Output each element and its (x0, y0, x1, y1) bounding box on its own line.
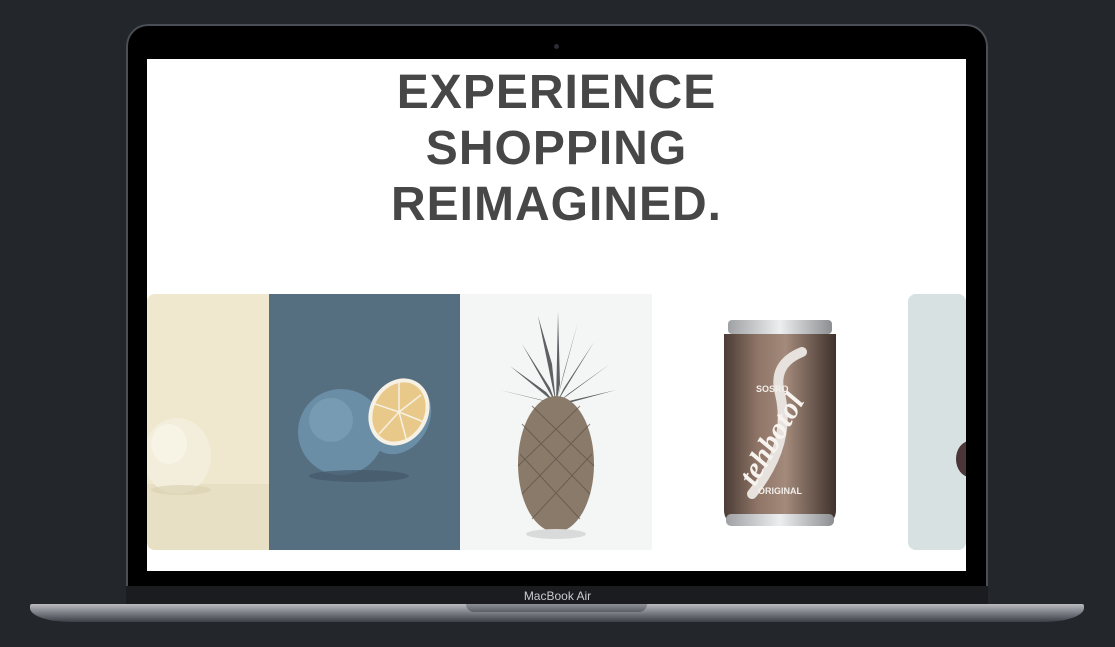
can-variant-label: ORIGINAL (758, 486, 803, 496)
carousel-slide-grapefruit[interactable] (269, 294, 460, 550)
product-carousel[interactable]: SOSRO tehbotol ORIGINAL (147, 294, 966, 550)
webcam-icon (554, 44, 559, 49)
headline-line-1: EXPERIENCE (396, 66, 717, 119)
headline-line-3: REIMAGINED. (390, 178, 722, 231)
carousel-slide-partial[interactable] (908, 294, 966, 550)
carousel-slide-pineapple[interactable] (460, 294, 652, 550)
blue-grapefruit-image (269, 294, 460, 550)
white-lemon-image (147, 294, 269, 550)
carousel-slide-lemon[interactable] (147, 294, 269, 550)
laptop-notch (466, 604, 647, 612)
screen: EXPERIENCE SHOPPING REIMAGINED. SOSRO te… (147, 59, 966, 571)
pineapple-image (460, 294, 652, 550)
headline-line-2: SHOPPING (425, 122, 688, 175)
carousel-slide-tehbotol[interactable]: SOSRO tehbotol ORIGINAL (652, 294, 908, 550)
hero-headline: EXPERIENCE SHOPPING REIMAGINED. (147, 65, 966, 233)
tehbotol-can-image: SOSRO tehbotol ORIGINAL (652, 294, 908, 550)
device-model-label: MacBook Air (523, 589, 592, 603)
partial-fruit-image (908, 294, 966, 550)
